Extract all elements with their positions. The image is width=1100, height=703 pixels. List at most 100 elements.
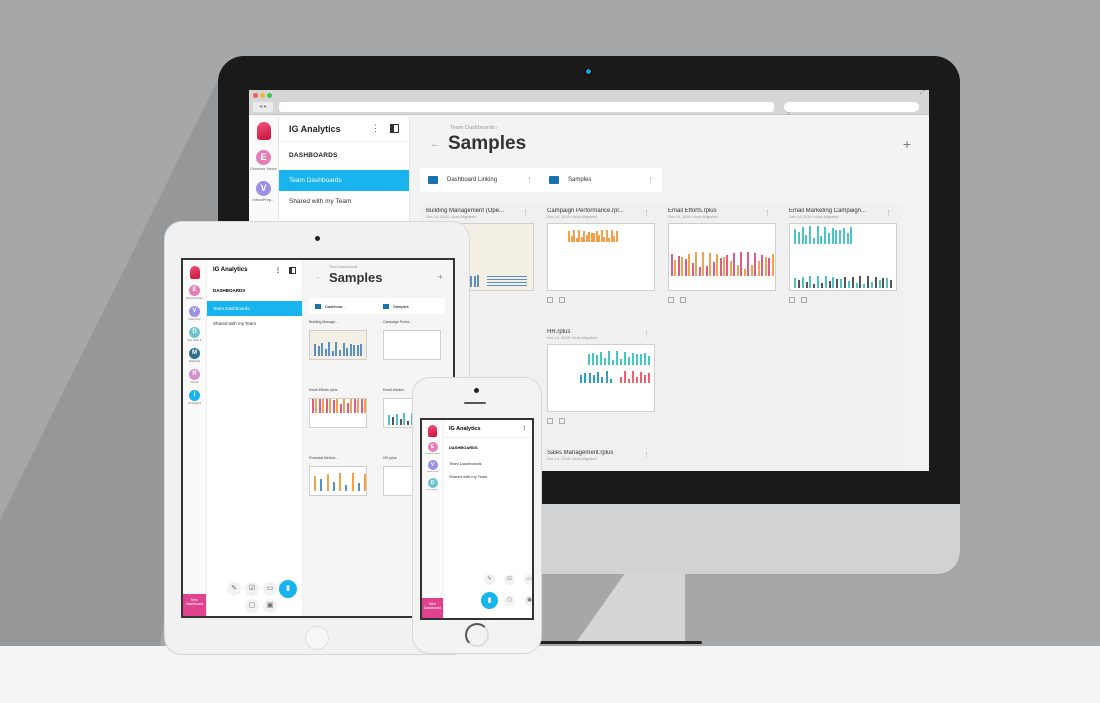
app-logo[interactable]: [256, 122, 271, 140]
document-icon[interactable]: [680, 297, 686, 303]
workspace-infraa[interactable]: V InfraaPrep...: [249, 181, 278, 202]
workspace-item[interactable]: D Dec Yards S: [183, 327, 206, 342]
calendar-icon[interactable]: ▢: [504, 595, 515, 606]
book-icon[interactable]: [547, 418, 553, 424]
dashboard-thumbnail[interactable]: [309, 330, 367, 360]
document-icon[interactable]: [559, 418, 565, 424]
breadcrumb[interactable]: Team Dashboards ›: [450, 125, 498, 131]
browser-search-input[interactable]: ⌕: [784, 102, 919, 117]
app-logo[interactable]: [189, 266, 200, 279]
dashboard-thumbnail[interactable]: [309, 398, 367, 428]
dashboard-card[interactable]: Email Efforts.rplus Dec 14, 2018 • Auto-M…: [662, 204, 783, 317]
more-icon[interactable]: ⋮: [647, 176, 654, 184]
more-icon[interactable]: ⋮: [885, 209, 892, 217]
nav-shared-with-team[interactable]: Shared with my Team: [207, 316, 302, 331]
folder-icon[interactable]: ▭: [263, 582, 277, 596]
speaker: [464, 402, 486, 404]
workspace-item[interactable]: I IG Analytics: [183, 390, 206, 405]
breadcrumb[interactable]: Team Dashboards: [329, 265, 357, 269]
dashboard-name: Building Manage...: [309, 320, 338, 324]
dashboard-card[interactable]: Sales Management.rplus Dec 14, 2018 • Aut…: [541, 446, 662, 471]
dashboard-card[interactable]: HR.rplus Dec 14, 2018 • Auto-Migrated ⋮: [541, 325, 662, 438]
dashboard-card[interactable]: Email Marketing Campaign... Dec 14, 2018 …: [783, 204, 904, 317]
minimize-dot[interactable]: [260, 93, 265, 98]
dashboard-card[interactable]: Campaign Performance.rpl... Dec 14, 2018 …: [541, 204, 662, 317]
dashboard-card[interactable]: Financial Metrics...: [309, 456, 377, 518]
panel-toggle-icon[interactable]: [390, 124, 399, 133]
workspace-item[interactable]: M Marketing: [183, 348, 206, 363]
more-icon[interactable]: ⋮: [526, 176, 533, 184]
more-icon[interactable]: ⋮: [643, 451, 650, 459]
home-button[interactable]: [305, 626, 329, 650]
image-icon[interactable]: ▣: [524, 595, 532, 606]
new-dashboard-button[interactable]: New Dashboard: [422, 598, 443, 618]
pin-icon[interactable]: ✎: [227, 582, 241, 596]
nav-shared-with-team[interactable]: Shared with my Team: [444, 470, 532, 483]
more-icon[interactable]: ⋮: [275, 267, 281, 274]
book-icon[interactable]: [547, 297, 553, 303]
dashboard-thumbnail[interactable]: [789, 223, 897, 291]
workspace-item[interactable]: E Escense News: [422, 442, 443, 455]
thumb-bar: [702, 252, 705, 276]
dashboard-icon[interactable]: ▮: [481, 592, 498, 609]
calendar-icon[interactable]: ▢: [245, 599, 259, 613]
maximize-dot[interactable]: [267, 93, 272, 98]
nav-team-dashboards[interactable]: Team Dashboards: [444, 457, 532, 470]
workspace-item[interactable]: V Infani Prep: [183, 306, 206, 321]
workspace-item[interactable]: E Escense News: [183, 285, 206, 300]
fullscreen-icon[interactable]: ⤢: [920, 90, 925, 97]
dashboard-thumbnail[interactable]: [309, 466, 367, 496]
close-dot[interactable]: [253, 93, 258, 98]
workspace-escense[interactable]: E Escense News: [249, 150, 278, 171]
thumb-bar: [345, 484, 348, 491]
dashboard-thumbnail[interactable]: [668, 223, 776, 291]
clipboard-icon[interactable]: ☑: [504, 574, 515, 585]
clipboard-icon[interactable]: ☑: [245, 582, 259, 596]
dashboard-icon[interactable]: ▮: [279, 580, 297, 598]
folder-item[interactable]: Dashboard Linking ⋮: [420, 168, 541, 192]
more-icon[interactable]: ⋮: [371, 123, 380, 134]
dashboard-thumbnail[interactable]: [383, 330, 441, 360]
thumb-bar: [805, 234, 808, 244]
workspace-item[interactable]: R Reveal: [183, 369, 206, 384]
document-icon[interactable]: [801, 297, 807, 303]
back-forward-buttons[interactable]: ◂ ▸: [253, 102, 273, 112]
thumb-bar: [812, 237, 815, 244]
book-icon[interactable]: [668, 297, 674, 303]
pin-icon[interactable]: ✎: [484, 574, 495, 585]
nav-team-dashboards[interactable]: Team Dashboards: [207, 301, 302, 316]
more-icon[interactable]: ⋮: [522, 209, 529, 217]
dashboard-card[interactable]: Email Efforts.rplus: [309, 388, 377, 450]
thumb-bar: [729, 260, 732, 276]
home-button[interactable]: [465, 623, 489, 647]
dashboard-thumbnail[interactable]: [547, 223, 655, 291]
book-icon[interactable]: [789, 297, 795, 303]
document-icon[interactable]: [559, 297, 565, 303]
nav-team-dashboards[interactable]: Team Dashboards: [279, 170, 409, 191]
dashboard-card[interactable]: Building Manage...: [309, 320, 377, 382]
image-icon[interactable]: ▣: [263, 599, 277, 613]
thumb-bar: [339, 404, 342, 413]
thumb-bar: [321, 343, 324, 356]
back-arrow-icon[interactable]: ←: [315, 272, 323, 281]
add-icon[interactable]: +: [903, 136, 911, 152]
nav-shared-with-team[interactable]: Shared with my Team: [279, 191, 409, 212]
workspace-item[interactable]: V Infani Prep: [422, 460, 443, 473]
more-icon[interactable]: ⋮: [643, 209, 650, 217]
url-input[interactable]: [279, 102, 774, 112]
back-arrow-icon[interactable]: ←: [430, 138, 441, 150]
dashboard-card[interactable]: Campaign Perfor...: [383, 320, 451, 382]
folder-item[interactable]: Samples ⋮: [541, 168, 662, 192]
panel-toggle-icon[interactable]: [289, 266, 296, 274]
dashboard-meta: Dec 14, 2018 • Auto-Migrated: [426, 215, 476, 219]
workspace-item[interactable]: D Dec Yards S: [422, 478, 443, 491]
more-icon[interactable]: ⋮: [522, 426, 528, 432]
new-dashboard-button[interactable]: New Dashboard: [183, 594, 206, 616]
more-icon[interactable]: ⋮: [643, 330, 650, 338]
more-icon[interactable]: ⋮: [764, 209, 771, 217]
thumb-bar: [609, 378, 612, 383]
dashboard-thumbnail[interactable]: [547, 344, 655, 412]
folder-icon[interactable]: ▭: [524, 574, 532, 585]
app-logo[interactable]: [428, 425, 437, 437]
add-icon[interactable]: +: [438, 272, 443, 282]
